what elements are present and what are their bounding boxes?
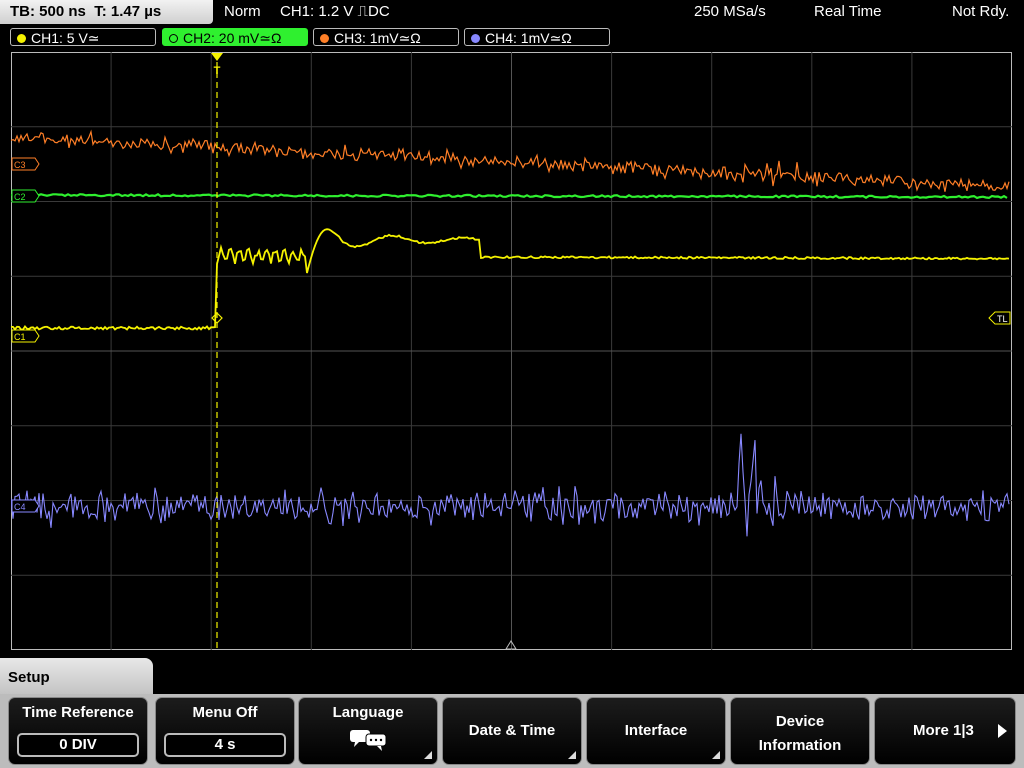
language-label: Language [332,704,404,721]
ch1-ground-marker[interactable]: C1 [11,329,40,343]
time-reference-button[interactable]: Time Reference 0 DIV [8,697,148,765]
trigger-setup-label[interactable]: CH1: 1.2 V ⎍DC [280,0,390,24]
ch4-ground-marker[interactable]: C4 [11,499,40,513]
channel-tab-ch3[interactable]: CH3: 1mV≃Ω [313,28,459,46]
waveform-canvas[interactable]: T C3 C2 C1 C4 TL [11,52,1012,650]
channel-color-dot-icon [471,34,480,43]
channel-tab-ch4[interactable]: CH4: 1mV≃Ω [464,28,610,46]
interface-label: Interface [624,722,688,739]
svg-text:T: T [214,65,221,77]
channel-tab-ch1[interactable]: CH1: 5 V≃ [10,28,156,46]
more-label: More 1|3 [913,722,974,739]
device-label-line1: Device [775,713,825,730]
timebase-box[interactable]: TB: 500 ns T: 1.47 µs [0,0,213,24]
time-reference-value: 0 DIV [17,733,139,757]
channel-label: CH4: 1mV≃Ω [485,30,572,46]
svg-text:TL: TL [997,314,1008,324]
trigger-mode-label[interactable]: Norm [224,0,261,24]
arrow-right-icon [998,724,1007,738]
acquisition-mode-label: Real Time [814,3,882,20]
status-bar: TB: 500 ns T: 1.47 µs Norm CH1: 1.2 V ⎍D… [0,0,1024,26]
menu-off-button[interactable]: Menu Off 4 s [155,697,295,765]
more-button[interactable]: More 1|3 [874,697,1016,765]
speech-bubbles-icon [350,730,387,751]
ch2-ground-marker[interactable]: C2 [11,189,40,203]
ch3-ground-marker[interactable]: C3 [11,157,40,171]
svg-text:C2: C2 [14,192,26,202]
sample-rate-label: 250 MSa/s [694,3,766,20]
time-reference-label: Time Reference [22,704,134,721]
svg-text:C4: C4 [14,502,26,512]
date-time-label: Date & Time [468,722,556,739]
channel-color-dot-icon [320,34,329,43]
trigger-state-label: Not Rdy. [952,3,1010,20]
svg-text:C3: C3 [14,160,26,170]
channel-color-dot-icon [17,34,26,43]
language-button[interactable]: Language [298,697,438,765]
svg-text:C1: C1 [14,332,26,342]
device-label-line2: Information [758,737,842,754]
channel-label: CH1: 5 V≃ [31,30,100,46]
timebase-label: TB: 500 ns [10,3,86,20]
submenu-corner-icon [568,751,576,759]
channel-label: CH3: 1mV≃Ω [334,30,421,46]
submenu-corner-icon [712,751,720,759]
channel-color-dot-icon [169,34,178,43]
channel-label: CH2: 20 mV≃Ω [183,30,282,46]
menu-off-value: 4 s [164,733,286,757]
waveform-display[interactable]: T C3 C2 C1 C4 TL [11,52,1012,650]
menu-title: Setup [8,669,50,686]
menu-off-label: Menu Off [192,704,258,721]
interface-button[interactable]: Interface [586,697,726,765]
date-time-button[interactable]: Date & Time [442,697,582,765]
channel-tab-ch2[interactable]: CH2: 20 mV≃Ω [162,28,308,46]
submenu-corner-icon [424,751,432,759]
trigger-time-label: T: 1.47 µs [94,3,162,20]
device-information-button[interactable]: Device Information [730,697,870,765]
